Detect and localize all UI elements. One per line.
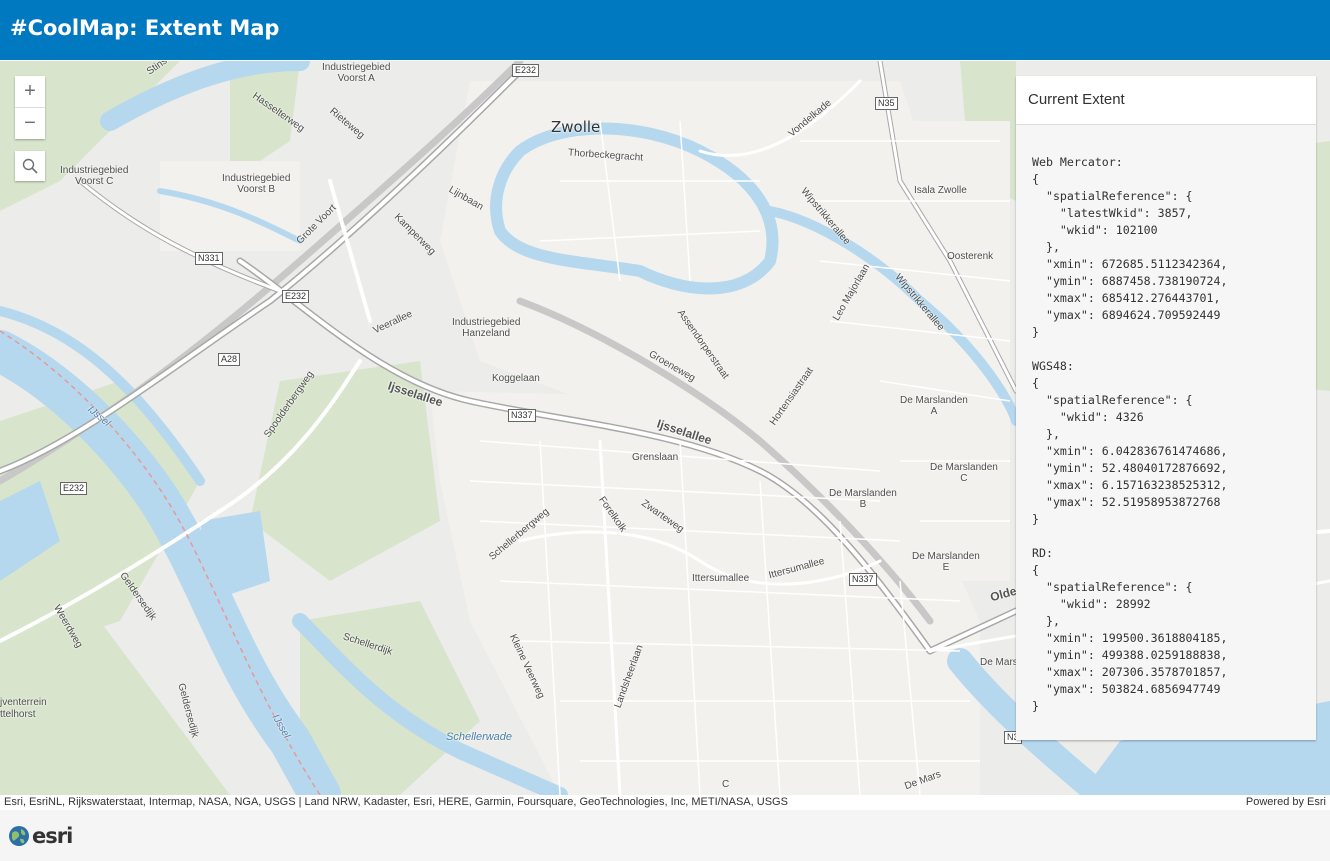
shield-n331: N331 bbox=[195, 252, 223, 265]
shield-e232-top: E232 bbox=[512, 64, 540, 77]
powered-by-esri[interactable]: Powered by Esri bbox=[1246, 796, 1326, 808]
esri-logo-text: esri bbox=[32, 824, 73, 848]
zoom-control: + − bbox=[15, 76, 45, 139]
attribution-sources[interactable]: Esri, EsriNL, Rijkswaterstaat, Intermap,… bbox=[4, 796, 788, 808]
label-marslanden-e-1: De Marslanden bbox=[912, 551, 980, 562]
label-hanzeland-2: Hanzeland bbox=[462, 328, 511, 339]
label-ittersumallee-1: Ittersumallee bbox=[692, 573, 750, 584]
shield-e232-left: E232 bbox=[60, 482, 88, 495]
app-header: #CoolMap: Extent Map bbox=[0, 0, 1330, 60]
label-hanzeland: Industriegebied Hanzeland bbox=[452, 317, 520, 339]
label-verrein: jventerrein ttelhorst bbox=[0, 697, 47, 721]
label-industrie-a-1: Industriegebied bbox=[322, 62, 391, 73]
shield-n35: N35 bbox=[875, 97, 898, 110]
shield-e232-mid: E232 bbox=[282, 290, 310, 303]
search-button[interactable] bbox=[15, 151, 45, 181]
label-c: C bbox=[722, 779, 730, 790]
label-industrie-a-2: Voorst A bbox=[337, 73, 375, 84]
label-verrein-1: jventerrein bbox=[0, 697, 47, 708]
label-grenslaan: Grenslaan bbox=[632, 452, 679, 463]
label-demars-1: De Mars bbox=[980, 657, 1018, 668]
zoom-in-button[interactable]: + bbox=[15, 76, 45, 107]
label-marslanden-e: De Marslanden E bbox=[912, 551, 980, 573]
label-marslanden-a-1: De Marslanden bbox=[900, 395, 968, 406]
label-oosterenk: Oosterenk bbox=[947, 251, 994, 262]
shield-n337-a: N337 bbox=[508, 409, 536, 422]
label-marslanden-b-1: De Marslanden bbox=[829, 488, 897, 499]
globe-icon bbox=[9, 826, 29, 846]
label-marslanden-c: De Marslanden C bbox=[930, 462, 998, 484]
extent-panel-header: Current Extent bbox=[1016, 76, 1316, 125]
esri-logo: esri bbox=[8, 824, 73, 848]
label-industrie-b: Industriegebied Voorst B bbox=[222, 173, 290, 195]
label-marslanden-e-2: E bbox=[942, 562, 950, 573]
shield-a28: A28 bbox=[218, 353, 241, 366]
label-industrie-c-1: Industriegebied bbox=[60, 165, 129, 176]
extent-json: Web Mercator: { "spatialReference": { "l… bbox=[1032, 155, 1228, 713]
label-marslanden-c-2: C bbox=[960, 473, 968, 484]
label-industrie-b-1: Industriegebied bbox=[222, 173, 291, 184]
label-zwolle: Zwolle bbox=[551, 118, 601, 136]
label-marslanden-a: De Marslanden A bbox=[900, 395, 968, 417]
label-industrie-c-2: Voorst C bbox=[75, 176, 114, 187]
label-koggelaan: Koggelaan bbox=[492, 373, 540, 384]
zoom-out-button[interactable]: − bbox=[15, 107, 45, 139]
footer: esri bbox=[0, 810, 1330, 861]
extent-panel: Current Extent Web Mercator: { "spatialR… bbox=[1016, 76, 1316, 740]
app-title: #CoolMap: Extent Map bbox=[10, 16, 280, 40]
attribution-bar: Esri, EsriNL, Rijkswaterstaat, Intermap,… bbox=[0, 795, 1330, 810]
search-icon bbox=[22, 158, 38, 174]
extent-panel-title: Current Extent bbox=[1028, 91, 1125, 108]
label-marslanden-b-2: B bbox=[859, 499, 867, 510]
label-verrein-2: ttelhorst bbox=[0, 709, 36, 720]
label-hanzeland-1: Industriegebied bbox=[452, 317, 521, 328]
label-isala: Isala Zwolle bbox=[914, 185, 967, 196]
label-industrie-a: Industriegebied Voorst A bbox=[322, 62, 390, 84]
label-schellerwade: Schellerwade bbox=[446, 731, 513, 743]
label-marslanden-c-1: De Marslanden bbox=[930, 462, 998, 473]
shield-n337-b: N337 bbox=[849, 573, 877, 586]
label-industrie-c: Industriegebied Voorst C bbox=[60, 165, 128, 187]
label-marslanden-a-2: A bbox=[930, 406, 938, 417]
label-industrie-b-2: Voorst B bbox=[237, 184, 276, 195]
label-marslanden-b: De Marslanden B bbox=[829, 488, 897, 510]
